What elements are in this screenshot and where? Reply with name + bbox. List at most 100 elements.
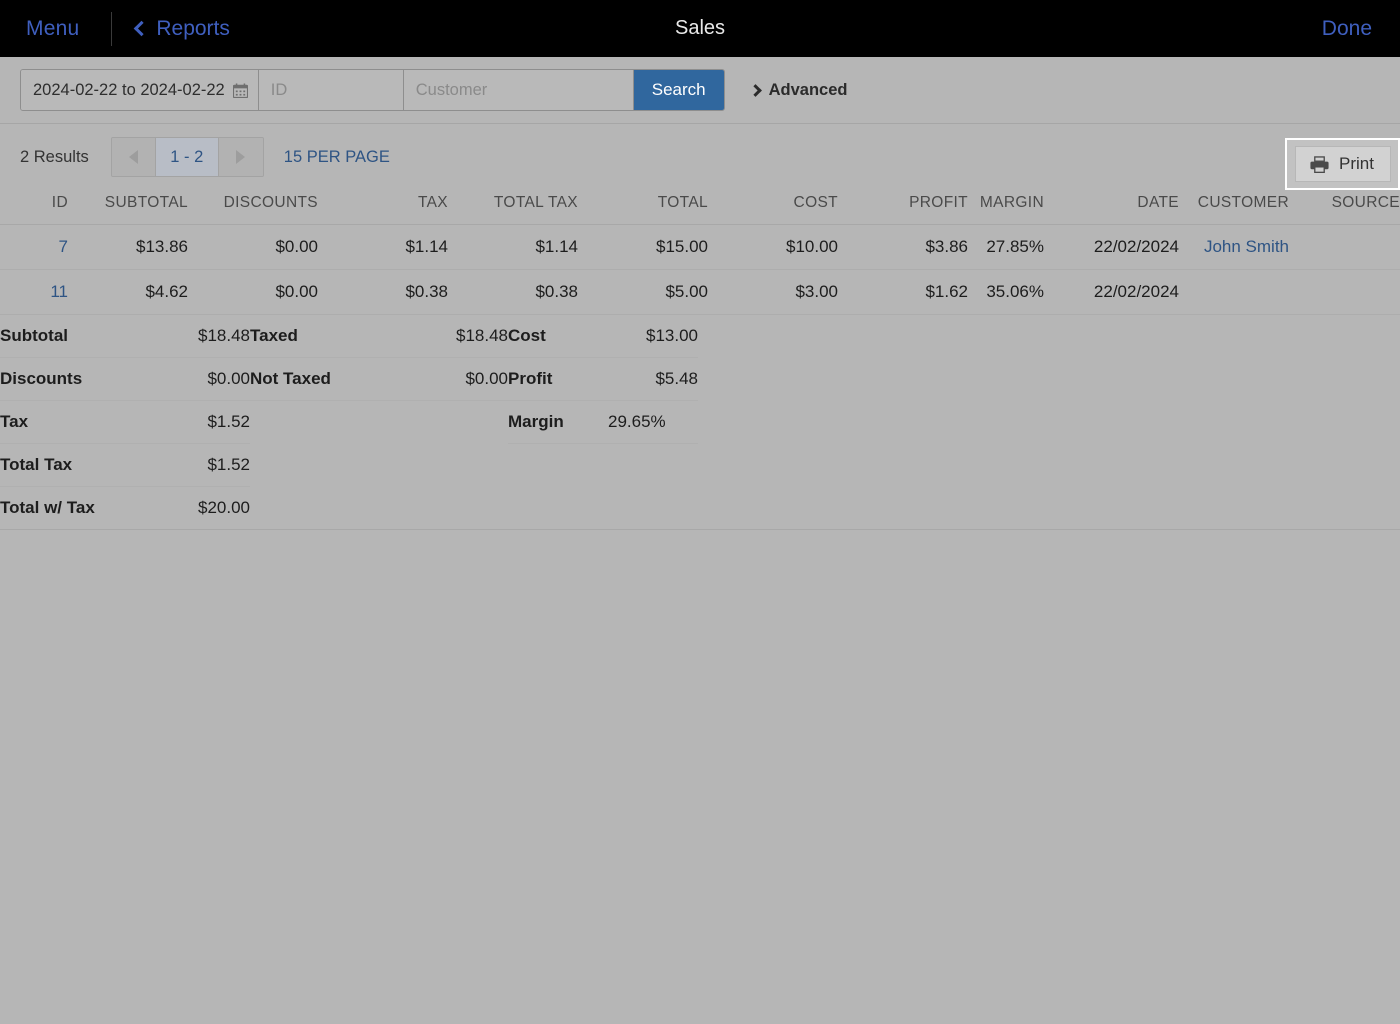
search-input-group: 2024-02-22 to 2024-02-22 Search [20, 69, 725, 111]
top-navigation-bar: Menu Reports Sales Done [0, 0, 1400, 57]
column-header-profit[interactable]: PROFIT [838, 190, 968, 225]
summary-label-margin: Margin [508, 400, 608, 444]
summary-table: Subtotal $18.48 Taxed $18.48 Cost $13.00… [0, 315, 698, 529]
summary-value-not-taxed: $0.00 [428, 357, 508, 401]
column-header-total[interactable]: TOTAL [578, 190, 708, 225]
current-page-range[interactable]: 1 - 2 [155, 138, 219, 176]
summary-label-subtotal: Subtotal [0, 315, 170, 358]
cell-tax: $1.14 [318, 224, 448, 270]
table-header-row: ID SUBTOTAL DISCOUNTS TAX TOTAL TAX TOTA… [0, 190, 1400, 225]
sales-table: ID SUBTOTAL DISCOUNTS TAX TOTAL TAX TOTA… [0, 190, 1400, 315]
table-row[interactable]: 7 $13.86 $0.00 $1.14 $1.14 $15.00 $10.00… [0, 224, 1400, 270]
cell-subtotal: $13.86 [68, 224, 188, 270]
summary-row: Tax $1.52 Margin 29.65% [0, 400, 698, 444]
search-id-input[interactable] [258, 70, 404, 110]
date-range-value: 2024-02-22 to 2024-02-22 [33, 80, 225, 99]
column-header-cost[interactable]: COST [708, 190, 838, 225]
summary-spacer [608, 487, 698, 530]
nav-divider [111, 11, 113, 46]
cell-cost: $10.00 [708, 224, 838, 270]
summary-value-cost: $13.00 [608, 315, 698, 358]
summary-value-subtotal: $18.48 [170, 315, 250, 358]
back-button-label: Reports [156, 16, 230, 40]
column-header-source[interactable]: SOURCE [1289, 190, 1400, 225]
next-page-button[interactable] [218, 138, 263, 176]
search-customer-input[interactable] [403, 70, 634, 110]
summary-value-tax: $1.52 [170, 400, 250, 444]
summary-row: Total Tax $1.52 [0, 443, 698, 487]
sale-id-link[interactable]: 7 [59, 237, 68, 256]
column-header-total-tax[interactable]: TOTAL TAX [448, 190, 578, 225]
date-range-picker[interactable]: 2024-02-22 to 2024-02-22 [21, 70, 259, 110]
cell-margin: 27.85% [968, 224, 1044, 270]
summary-label-total-with-tax: Total w/ Tax [0, 498, 95, 517]
cell-id[interactable]: 7 [0, 224, 68, 270]
cell-customer[interactable]: John Smith [1179, 224, 1289, 270]
cell-cost: $3.00 [708, 269, 838, 315]
calendar-icon [232, 82, 248, 98]
customer-link[interactable]: John Smith [1204, 237, 1289, 256]
summary-label-profit: Profit [508, 357, 608, 401]
print-button-label: Print [1339, 154, 1374, 173]
column-header-discounts[interactable]: DISCOUNTS [188, 190, 318, 225]
column-header-id[interactable]: ID [0, 190, 68, 225]
per-page-selector[interactable]: 15 PER PAGE [284, 148, 390, 167]
cell-source [1289, 224, 1400, 270]
summary-value-taxed: $18.48 [428, 315, 508, 358]
chevron-right-icon [748, 83, 762, 97]
cell-margin: 35.06% [968, 269, 1044, 315]
cell-discounts: $0.00 [188, 269, 318, 315]
done-button[interactable]: Done [1322, 17, 1378, 41]
triangle-left-icon [128, 150, 138, 164]
summary-label-tax: Tax [0, 400, 170, 444]
cell-total: $5.00 [578, 269, 708, 315]
chevron-left-icon [134, 20, 150, 36]
summary-spacer [608, 444, 698, 487]
column-header-margin[interactable]: MARGIN [968, 190, 1044, 225]
print-button-focus-ring: Print [1285, 138, 1400, 190]
results-count: 2 Results [20, 147, 89, 166]
summary-spacer [508, 444, 608, 487]
advanced-label: Advanced [768, 80, 848, 99]
nav-left-group: Menu Reports [22, 0, 230, 57]
triangle-right-icon [236, 150, 246, 164]
summary-value-profit: $5.48 [608, 357, 698, 401]
summary-value-total-tax: $1.52 [170, 443, 250, 487]
back-to-reports-button[interactable]: Reports [134, 16, 230, 41]
summary-row: Discounts $0.00 Not Taxed $0.00 Profit $… [0, 357, 698, 401]
summary-spacer [250, 487, 428, 530]
cell-id[interactable]: 11 [0, 269, 68, 315]
column-header-customer[interactable]: CUSTOMER [1179, 190, 1289, 225]
cell-profit: $1.62 [838, 269, 968, 315]
advanced-search-toggle[interactable]: Advanced [748, 80, 848, 100]
summary-spacer [428, 401, 508, 444]
cell-total-tax: $1.14 [448, 224, 578, 270]
print-button[interactable]: Print [1295, 146, 1391, 182]
previous-page-button[interactable] [111, 138, 156, 176]
summary-label-taxed: Taxed [250, 315, 428, 358]
cell-source [1289, 269, 1400, 315]
column-header-subtotal[interactable]: SUBTOTAL [68, 190, 188, 225]
summary-row: Total w/ Tax $20.00 [0, 487, 698, 530]
printer-icon [1310, 155, 1329, 173]
table-row[interactable]: 11 $4.62 $0.00 $0.38 $0.38 $5.00 $3.00 $… [0, 269, 1400, 315]
summary-spacer [428, 487, 508, 530]
menu-button[interactable]: Menu [22, 17, 83, 41]
column-header-date[interactable]: DATE [1044, 190, 1179, 225]
sale-id-link[interactable]: 11 [50, 282, 68, 301]
search-button[interactable]: Search [633, 70, 724, 110]
summary-value-total-with-tax: $20.00 [198, 498, 250, 517]
summary-spacer [250, 444, 428, 487]
column-header-tax[interactable]: TAX [318, 190, 448, 225]
summary-value-discounts: $0.00 [170, 357, 250, 401]
summary-value-margin: 29.65% [608, 400, 698, 444]
summary-spacer [428, 444, 508, 487]
cell-date: 22/02/2024 [1044, 224, 1179, 270]
cell-subtotal: $4.62 [68, 269, 188, 315]
summary-label-total-tax: Total Tax [0, 443, 170, 487]
cell-customer[interactable] [1179, 269, 1289, 315]
cell-total-tax: $0.38 [448, 269, 578, 315]
summary-totals: Subtotal $18.48 Taxed $18.48 Cost $13.00… [0, 315, 1400, 530]
summary-spacer [508, 487, 608, 530]
summary-label-not-taxed: Not Taxed [250, 357, 428, 401]
